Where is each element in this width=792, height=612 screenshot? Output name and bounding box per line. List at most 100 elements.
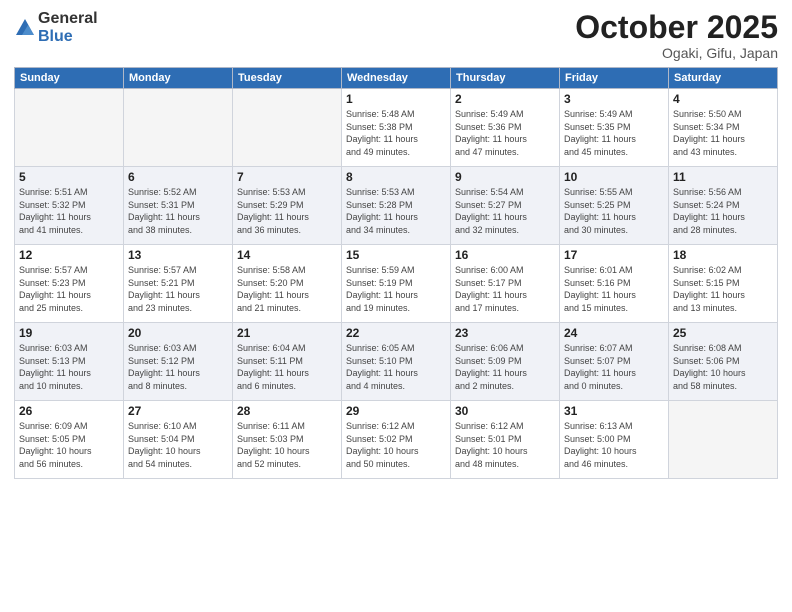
day-number: 10	[564, 170, 664, 184]
title-block: October 2025 Ogaki, Gifu, Japan	[575, 10, 778, 61]
calendar-week-row-3: 12Sunrise: 5:57 AMSunset: 5:23 PMDayligh…	[15, 245, 778, 323]
header-thursday: Thursday	[451, 68, 560, 89]
day-info: Sunrise: 5:53 AMSunset: 5:28 PMDaylight:…	[346, 186, 446, 236]
calendar-table: Sunday Monday Tuesday Wednesday Thursday…	[14, 67, 778, 479]
location-subtitle: Ogaki, Gifu, Japan	[575, 45, 778, 61]
weekday-header-row: Sunday Monday Tuesday Wednesday Thursday…	[15, 68, 778, 89]
calendar-cell-4-5: 23Sunrise: 6:06 AMSunset: 5:09 PMDayligh…	[451, 323, 560, 401]
day-number: 28	[237, 404, 337, 418]
calendar-cell-4-3: 21 Sunrise: 6:04 AMSunset: 5:11 PMDayligh…	[233, 323, 342, 401]
calendar-cell-3-4: 15Sunrise: 5:59 AMSunset: 5:19 PMDayligh…	[342, 245, 451, 323]
calendar-week-row-1: 1Sunrise: 5:48 AMSunset: 5:38 PMDaylight…	[15, 89, 778, 167]
day-info: Sunrise: 5:59 AMSunset: 5:19 PMDaylight:…	[346, 264, 446, 314]
day-number: 20	[128, 326, 228, 340]
calendar-cell-1-4: 1Sunrise: 5:48 AMSunset: 5:38 PMDaylight…	[342, 89, 451, 167]
day-number: 13	[128, 248, 228, 262]
day-number: 27	[128, 404, 228, 418]
calendar-cell-5-3: 28 Sunrise: 6:11 AMSunset: 5:03 PMDayligh…	[233, 401, 342, 479]
calendar-cell-5-6: 31Sunrise: 6:13 AMSunset: 5:00 PMDayligh…	[560, 401, 669, 479]
day-info: Sunrise: 5:52 AMSunset: 5:31 PMDaylight:…	[128, 186, 228, 236]
calendar-cell-4-4: 22 Sunrise: 6:05 AMSunset: 5:10 PMDayligh…	[342, 323, 451, 401]
day-number: 8	[346, 170, 446, 184]
calendar-cell-3-5: 16 Sunrise: 6:00 AMSunset: 5:17 PMDayligh…	[451, 245, 560, 323]
day-number: 2	[455, 92, 555, 106]
day-info: Sunrise: 6:12 AMSunset: 5:01 PMDaylight:…	[455, 420, 555, 470]
day-info: Sunrise: 6:09 AMSunset: 5:05 PMDaylight:…	[19, 420, 119, 470]
day-number: 16	[455, 248, 555, 262]
day-number: 11	[673, 170, 773, 184]
header-tuesday: Tuesday	[233, 68, 342, 89]
calendar-cell-3-1: 12Sunrise: 5:57 AMSunset: 5:23 PMDayligh…	[15, 245, 124, 323]
day-info: Sunrise: 6:07 AMSunset: 5:07 PMDaylight:…	[564, 342, 664, 392]
day-info: Sunrise: 5:49 AMSunset: 5:36 PMDaylight:…	[455, 108, 555, 158]
day-info: Sunrise: 6:00 AMSunset: 5:17 PMDaylight:…	[455, 264, 555, 314]
calendar-cell-3-2: 13 Sunrise: 5:57 AMSunset: 5:21 PMDayligh…	[124, 245, 233, 323]
day-info: Sunrise: 6:12 AMSunset: 5:02 PMDaylight:…	[346, 420, 446, 470]
logo: General Blue	[14, 10, 98, 45]
logo-general: General	[38, 10, 98, 28]
calendar-cell-1-7: 4Sunrise: 5:50 AMSunset: 5:34 PMDaylight…	[669, 89, 778, 167]
calendar-cell-1-1	[15, 89, 124, 167]
calendar-cell-2-5: 9 Sunrise: 5:54 AMSunset: 5:27 PMDaylight…	[451, 167, 560, 245]
logo-text: General Blue	[38, 10, 98, 45]
day-info: Sunrise: 6:03 AMSunset: 5:12 PMDaylight:…	[128, 342, 228, 392]
day-info: Sunrise: 5:49 AMSunset: 5:35 PMDaylight:…	[564, 108, 664, 158]
calendar-cell-2-2: 6 Sunrise: 5:52 AMSunset: 5:31 PMDaylight…	[124, 167, 233, 245]
day-info: Sunrise: 5:55 AMSunset: 5:25 PMDaylight:…	[564, 186, 664, 236]
day-info: Sunrise: 6:13 AMSunset: 5:00 PMDaylight:…	[564, 420, 664, 470]
day-number: 6	[128, 170, 228, 184]
day-number: 1	[346, 92, 446, 106]
day-number: 14	[237, 248, 337, 262]
day-info: Sunrise: 5:53 AMSunset: 5:29 PMDaylight:…	[237, 186, 337, 236]
calendar-cell-3-6: 17Sunrise: 6:01 AMSunset: 5:16 PMDayligh…	[560, 245, 669, 323]
header-monday: Monday	[124, 68, 233, 89]
day-number: 9	[455, 170, 555, 184]
calendar-cell-5-5: 30 Sunrise: 6:12 AMSunset: 5:01 PMDayligh…	[451, 401, 560, 479]
day-number: 17	[564, 248, 664, 262]
calendar-cell-2-7: 11 Sunrise: 5:56 AMSunset: 5:24 PMDayligh…	[669, 167, 778, 245]
day-info: Sunrise: 6:02 AMSunset: 5:15 PMDaylight:…	[673, 264, 773, 314]
calendar-cell-1-6: 3 Sunrise: 5:49 AMSunset: 5:35 PMDaylight…	[560, 89, 669, 167]
day-number: 30	[455, 404, 555, 418]
calendar-cell-5-4: 29 Sunrise: 6:12 AMSunset: 5:02 PMDayligh…	[342, 401, 451, 479]
day-info: Sunrise: 6:05 AMSunset: 5:10 PMDaylight:…	[346, 342, 446, 392]
day-number: 7	[237, 170, 337, 184]
calendar-cell-5-7	[669, 401, 778, 479]
page-container: General Blue October 2025 Ogaki, Gifu, J…	[0, 0, 792, 612]
day-info: Sunrise: 6:06 AMSunset: 5:09 PMDaylight:…	[455, 342, 555, 392]
day-number: 5	[19, 170, 119, 184]
day-info: Sunrise: 6:10 AMSunset: 5:04 PMDaylight:…	[128, 420, 228, 470]
header-wednesday: Wednesday	[342, 68, 451, 89]
day-number: 26	[19, 404, 119, 418]
day-info: Sunrise: 6:03 AMSunset: 5:13 PMDaylight:…	[19, 342, 119, 392]
day-info: Sunrise: 5:57 AMSunset: 5:23 PMDaylight:…	[19, 264, 119, 314]
calendar-cell-2-4: 8 Sunrise: 5:53 AMSunset: 5:28 PMDaylight…	[342, 167, 451, 245]
day-number: 19	[19, 326, 119, 340]
day-info: Sunrise: 5:57 AMSunset: 5:21 PMDaylight:…	[128, 264, 228, 314]
day-number: 21	[237, 326, 337, 340]
day-number: 3	[564, 92, 664, 106]
day-info: Sunrise: 5:54 AMSunset: 5:27 PMDaylight:…	[455, 186, 555, 236]
calendar-cell-4-1: 19 Sunrise: 6:03 AMSunset: 5:13 PMDayligh…	[15, 323, 124, 401]
day-info: Sunrise: 6:08 AMSunset: 5:06 PMDaylight:…	[673, 342, 773, 392]
header-sunday: Sunday	[15, 68, 124, 89]
day-info: Sunrise: 6:04 AMSunset: 5:11 PMDaylight:…	[237, 342, 337, 392]
calendar-cell-2-6: 10 Sunrise: 5:55 AMSunset: 5:25 PMDayligh…	[560, 167, 669, 245]
day-number: 22	[346, 326, 446, 340]
day-info: Sunrise: 5:51 AMSunset: 5:32 PMDaylight:…	[19, 186, 119, 236]
day-number: 29	[346, 404, 446, 418]
header-friday: Friday	[560, 68, 669, 89]
day-info: Sunrise: 6:11 AMSunset: 5:03 PMDaylight:…	[237, 420, 337, 470]
calendar-cell-4-6: 24Sunrise: 6:07 AMSunset: 5:07 PMDayligh…	[560, 323, 669, 401]
calendar-cell-4-2: 20 Sunrise: 6:03 AMSunset: 5:12 PMDayligh…	[124, 323, 233, 401]
calendar-cell-2-1: 5 Sunrise: 5:51 AMSunset: 5:32 PMDaylight…	[15, 167, 124, 245]
header: General Blue October 2025 Ogaki, Gifu, J…	[14, 10, 778, 61]
day-number: 18	[673, 248, 773, 262]
day-info: Sunrise: 5:58 AMSunset: 5:20 PMDaylight:…	[237, 264, 337, 314]
calendar-cell-1-2	[124, 89, 233, 167]
logo-icon	[14, 17, 36, 39]
month-title: October 2025	[575, 10, 778, 45]
day-info: Sunrise: 5:56 AMSunset: 5:24 PMDaylight:…	[673, 186, 773, 236]
calendar-cell-3-7: 18 Sunrise: 6:02 AMSunset: 5:15 PMDayligh…	[669, 245, 778, 323]
header-saturday: Saturday	[669, 68, 778, 89]
